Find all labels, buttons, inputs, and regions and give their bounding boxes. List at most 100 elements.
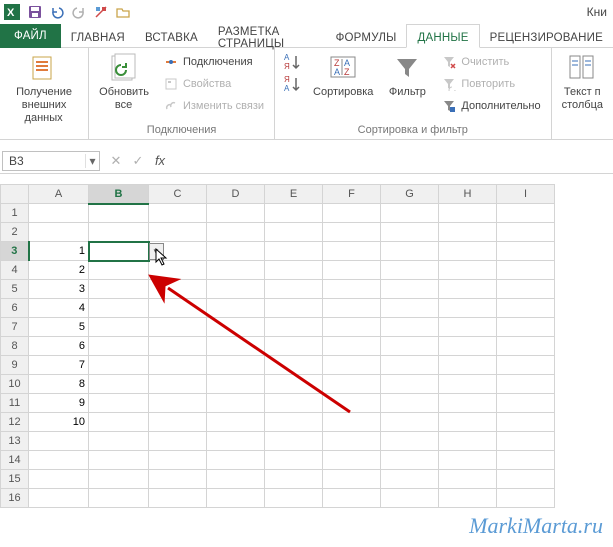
- cell-I10[interactable]: [497, 375, 555, 394]
- tab-insert[interactable]: ВСТАВКА: [135, 24, 208, 48]
- cell-F10[interactable]: [323, 375, 381, 394]
- cell-D12[interactable]: [207, 413, 265, 432]
- cell-C1[interactable]: [149, 204, 207, 223]
- connections-button[interactable]: Подключения: [159, 52, 268, 72]
- cell-B14[interactable]: [89, 451, 149, 470]
- name-box-dropdown-icon[interactable]: ▾: [85, 154, 99, 168]
- cell-E15[interactable]: [265, 470, 323, 489]
- cell-I2[interactable]: [497, 223, 555, 242]
- cell-G16[interactable]: [381, 489, 439, 508]
- col-header-D[interactable]: D: [207, 185, 265, 204]
- cell-I11[interactable]: [497, 394, 555, 413]
- cell-D4[interactable]: [207, 261, 265, 280]
- cell-F4[interactable]: [323, 261, 381, 280]
- cell-E10[interactable]: [265, 375, 323, 394]
- cell-A1[interactable]: [29, 204, 89, 223]
- cell-A8[interactable]: 6: [29, 337, 89, 356]
- cell-C9[interactable]: [149, 356, 207, 375]
- name-box[interactable]: B3 ▾: [2, 151, 100, 171]
- col-header-F[interactable]: F: [323, 185, 381, 204]
- touch-mode-button[interactable]: [90, 1, 112, 23]
- row-header-3[interactable]: 3: [1, 242, 29, 261]
- cell-E13[interactable]: [265, 432, 323, 451]
- cell-C2[interactable]: [149, 223, 207, 242]
- cell-D5[interactable]: [207, 280, 265, 299]
- cell-F16[interactable]: [323, 489, 381, 508]
- properties-button[interactable]: Свойства: [159, 74, 268, 94]
- reapply-filter-button[interactable]: Повторить: [437, 74, 544, 94]
- cell-H7[interactable]: [439, 318, 497, 337]
- cell-G5[interactable]: [381, 280, 439, 299]
- cell-H14[interactable]: [439, 451, 497, 470]
- worksheet-grid[interactable]: ABCDEFGHI1231425364758697108119121013141…: [0, 184, 613, 508]
- cell-H9[interactable]: [439, 356, 497, 375]
- cell-G2[interactable]: [381, 223, 439, 242]
- redo-button[interactable]: [68, 1, 90, 23]
- cell-I6[interactable]: [497, 299, 555, 318]
- row-header-2[interactable]: 2: [1, 223, 29, 242]
- cell-E12[interactable]: [265, 413, 323, 432]
- cell-B13[interactable]: [89, 432, 149, 451]
- cell-H13[interactable]: [439, 432, 497, 451]
- formula-input[interactable]: [176, 151, 613, 171]
- row-header-16[interactable]: 16: [1, 489, 29, 508]
- cell-A12[interactable]: 10: [29, 413, 89, 432]
- cell-E16[interactable]: [265, 489, 323, 508]
- cell-I9[interactable]: [497, 356, 555, 375]
- cell-D6[interactable]: [207, 299, 265, 318]
- cell-I7[interactable]: [497, 318, 555, 337]
- cell-C16[interactable]: [149, 489, 207, 508]
- cell-A13[interactable]: [29, 432, 89, 451]
- row-header-5[interactable]: 5: [1, 280, 29, 299]
- cell-F5[interactable]: [323, 280, 381, 299]
- cell-F11[interactable]: [323, 394, 381, 413]
- cell-E4[interactable]: [265, 261, 323, 280]
- sort-asc-button[interactable]: АЯ: [281, 52, 303, 72]
- cell-G14[interactable]: [381, 451, 439, 470]
- row-header-1[interactable]: 1: [1, 204, 29, 223]
- cell-E2[interactable]: [265, 223, 323, 242]
- cell-E7[interactable]: [265, 318, 323, 337]
- cell-C6[interactable]: [149, 299, 207, 318]
- cell-G10[interactable]: [381, 375, 439, 394]
- cell-H11[interactable]: [439, 394, 497, 413]
- cell-B16[interactable]: [89, 489, 149, 508]
- open-button[interactable]: [112, 1, 134, 23]
- cell-H15[interactable]: [439, 470, 497, 489]
- cell-H6[interactable]: [439, 299, 497, 318]
- text-to-columns-button[interactable]: Текст пстолбца: [558, 50, 607, 114]
- cell-D3[interactable]: [207, 242, 265, 261]
- cell-D10[interactable]: [207, 375, 265, 394]
- cell-E3[interactable]: [265, 242, 323, 261]
- cell-B9[interactable]: [89, 356, 149, 375]
- cell-E8[interactable]: [265, 337, 323, 356]
- cell-B8[interactable]: [89, 337, 149, 356]
- cell-A10[interactable]: 8: [29, 375, 89, 394]
- cell-F1[interactable]: [323, 204, 381, 223]
- cell-E5[interactable]: [265, 280, 323, 299]
- col-header-C[interactable]: C: [149, 185, 207, 204]
- cell-H10[interactable]: [439, 375, 497, 394]
- cell-F13[interactable]: [323, 432, 381, 451]
- cell-D16[interactable]: [207, 489, 265, 508]
- save-button[interactable]: [24, 1, 46, 23]
- cell-I16[interactable]: [497, 489, 555, 508]
- sort-desc-button[interactable]: ЯА: [281, 74, 303, 94]
- cell-E1[interactable]: [265, 204, 323, 223]
- select-all-corner[interactable]: [1, 185, 29, 204]
- col-header-A[interactable]: A: [29, 185, 89, 204]
- cell-D15[interactable]: [207, 470, 265, 489]
- cell-A11[interactable]: 9: [29, 394, 89, 413]
- get-external-data-button[interactable]: Получениевнешних данных: [6, 50, 82, 128]
- row-header-7[interactable]: 7: [1, 318, 29, 337]
- cell-A7[interactable]: 5: [29, 318, 89, 337]
- cell-C8[interactable]: [149, 337, 207, 356]
- cell-H2[interactable]: [439, 223, 497, 242]
- cell-H1[interactable]: [439, 204, 497, 223]
- edit-links-button[interactable]: Изменить связи: [159, 96, 268, 116]
- cell-B3[interactable]: [89, 242, 149, 261]
- cell-C12[interactable]: [149, 413, 207, 432]
- cell-D1[interactable]: [207, 204, 265, 223]
- cell-B6[interactable]: [89, 299, 149, 318]
- cell-G9[interactable]: [381, 356, 439, 375]
